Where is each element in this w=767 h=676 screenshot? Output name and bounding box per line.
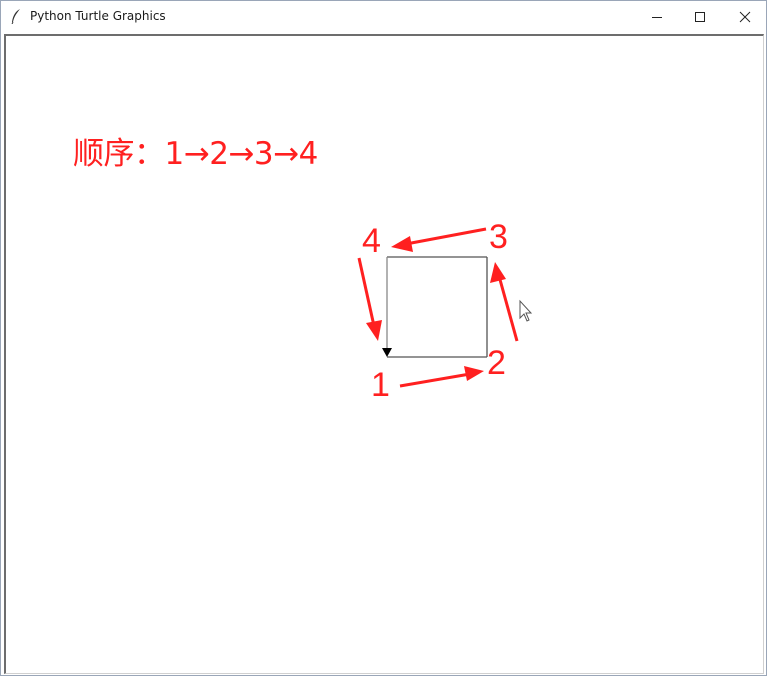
step-label-1: 1: [371, 366, 390, 404]
red-arrow-2-to-3: [490, 262, 519, 342]
step-label-3: 3: [489, 218, 508, 256]
drawing-layer: [357, 227, 533, 388]
red-arrow-1-to-2: [399, 366, 484, 388]
order-annotation-text: 顺序：1→2→3→4: [73, 136, 318, 172]
red-arrow-3-to-4: [391, 227, 487, 252]
turtle-cursor-icon: [382, 348, 392, 357]
step-label-4: 4: [362, 222, 381, 260]
red-arrow-4-to-1: [357, 257, 382, 341]
turtle-square: [386, 256, 488, 358]
step-label-2: 2: [487, 344, 506, 382]
mouse-pointer-icon: [519, 299, 533, 322]
